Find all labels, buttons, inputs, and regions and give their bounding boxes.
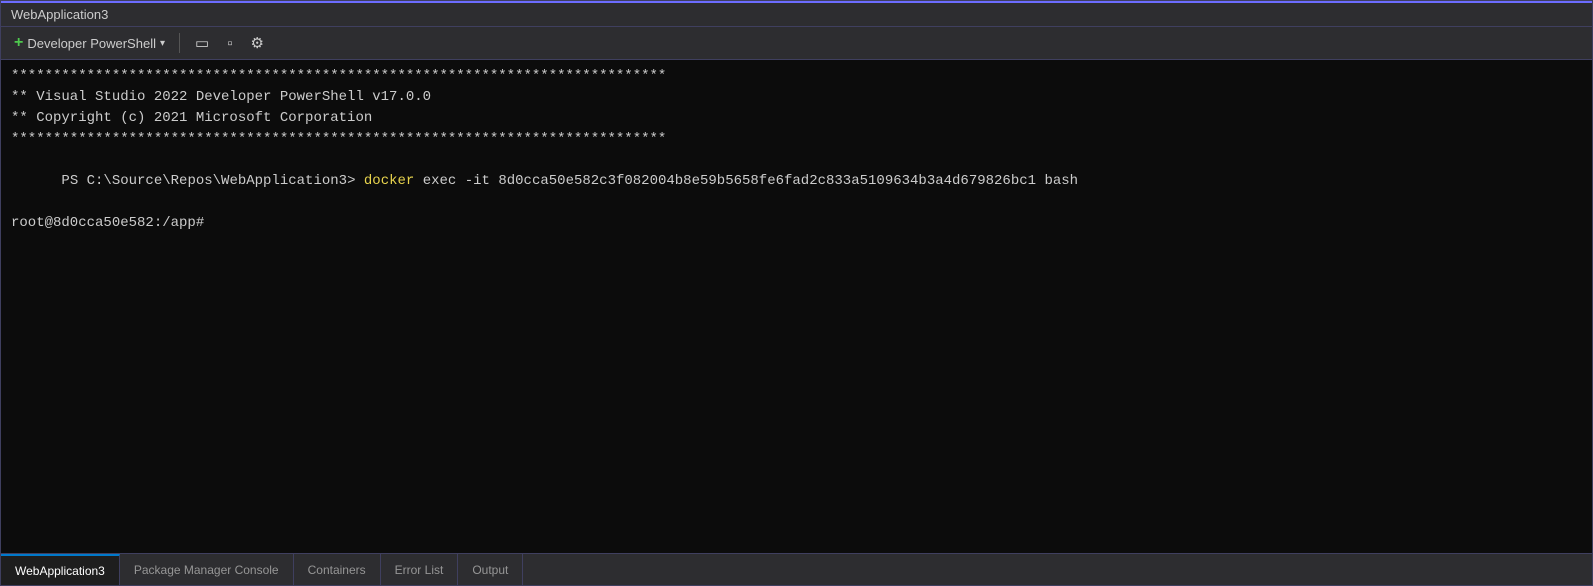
prompt-space — [355, 173, 363, 189]
toolbar-separator — [179, 33, 180, 53]
tab-output-label: Output — [472, 563, 508, 577]
prompt-path: PS C:\Source\Repos\WebApplication3> — [61, 173, 355, 189]
tab-error-list[interactable]: Error List — [381, 554, 459, 585]
settings-button[interactable]: ⚙ — [245, 31, 270, 55]
terminal-root-line: root@8d0cca50e582:/app# — [11, 213, 1582, 234]
settings-icon: ⚙ — [251, 35, 264, 52]
status-bar: WebApplication3 Package Manager Console … — [1, 553, 1592, 585]
dropdown-arrow-icon: ▾ — [160, 38, 165, 49]
terminal-stars-1: ****************************************… — [11, 66, 1582, 87]
tab-webapplication3[interactable]: WebApplication3 — [1, 554, 120, 585]
tab-package-manager-console-label: Package Manager Console — [134, 563, 279, 577]
terminal-command-line: PS C:\Source\Repos\WebApplication3> dock… — [11, 150, 1582, 213]
paste-terminal-button[interactable]: ▫ — [221, 32, 238, 55]
tab-error-list-label: Error List — [395, 563, 444, 577]
terminal-window: WebApplication3 + Developer PowerShell ▾… — [0, 0, 1593, 586]
flag-it: -it — [465, 173, 490, 189]
container-hash: 8d0cca50e582c3f082004b8e59b5658fe6fad2c8… — [490, 173, 1036, 189]
terminal-info-1: ** Visual Studio 2022 Developer PowerShe… — [11, 87, 1582, 108]
window-title: WebApplication3 — [11, 7, 108, 22]
toolbar: + Developer PowerShell ▾ ▭ ▫ ⚙ — [1, 27, 1592, 60]
bash-cmd: bash — [1036, 173, 1078, 189]
terminal-stars-2: ****************************************… — [11, 129, 1582, 150]
tab-package-manager-console[interactable]: Package Manager Console — [120, 554, 294, 585]
exec-subcommand: exec — [414, 173, 464, 189]
new-terminal-dropdown[interactable]: + Developer PowerShell ▾ — [9, 31, 170, 55]
copy-terminal-icon: ▭ — [195, 35, 209, 52]
tab-webapplication3-label: WebApplication3 — [15, 564, 105, 578]
tab-containers-label: Containers — [308, 563, 366, 577]
title-bar: WebApplication3 — [1, 3, 1592, 27]
plus-icon: + — [14, 34, 23, 52]
tab-containers[interactable]: Containers — [294, 554, 381, 585]
paste-terminal-icon: ▫ — [227, 35, 232, 52]
terminal-type-label: Developer PowerShell — [27, 36, 156, 51]
copy-terminal-button[interactable]: ▭ — [189, 31, 215, 55]
terminal-info-2: ** Copyright (c) 2021 Microsoft Corporat… — [11, 108, 1582, 129]
docker-command: docker — [364, 173, 414, 189]
terminal-output[interactable]: ****************************************… — [1, 60, 1592, 553]
tab-output[interactable]: Output — [458, 554, 523, 585]
